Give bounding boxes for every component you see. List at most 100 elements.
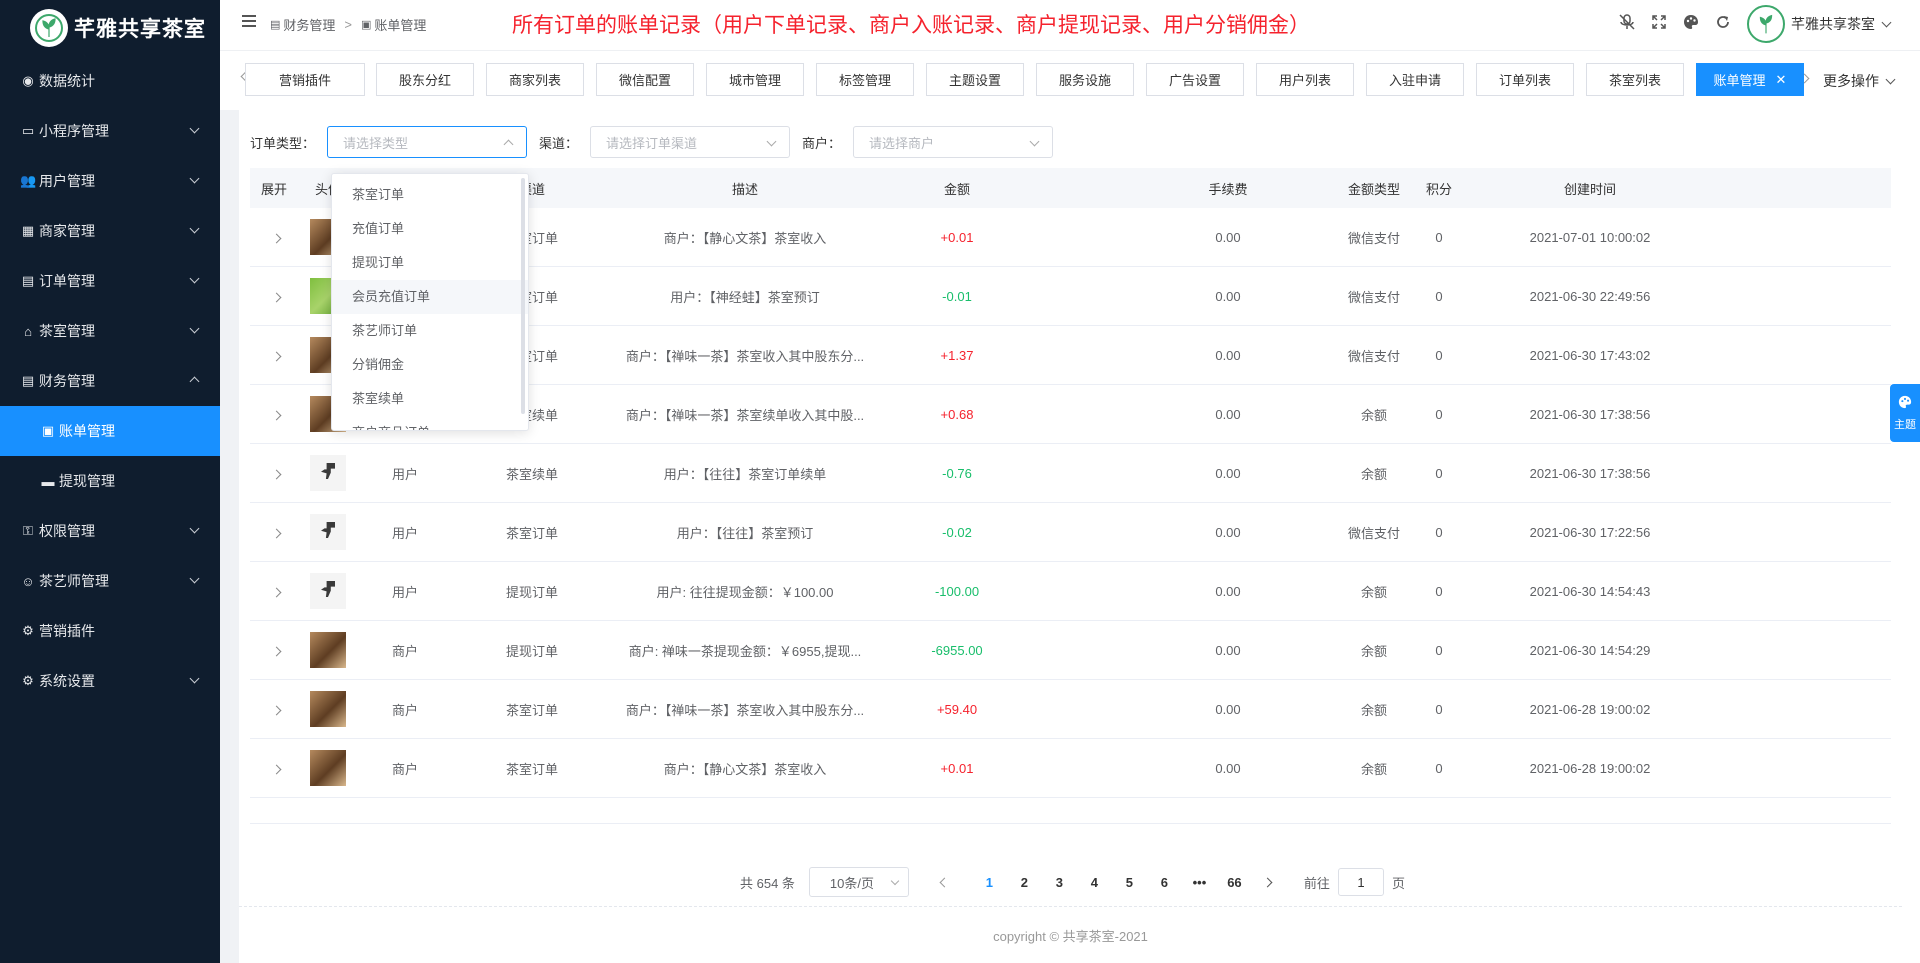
order-type-option[interactable]: 茶艺师订单 <box>332 314 528 348</box>
sidebar-item-9[interactable]: ⚿ 权限管理 <box>0 506 220 556</box>
expand-cell <box>250 702 308 717</box>
cell-amount: -6955.00 <box>931 642 983 658</box>
tab-label: 订单列表 <box>1498 73 1551 88</box>
sidebar-item-3[interactable]: ▦ 商家管理 <box>0 206 220 256</box>
chevron-right-icon[interactable] <box>271 587 282 597</box>
cell-points: 0 <box>1435 642 1443 658</box>
prev-page-icon[interactable] <box>939 877 950 887</box>
sidebar-item-4[interactable]: ▤ 订单管理 <box>0 256 220 306</box>
tab-3[interactable]: 微信配置 <box>596 63 694 96</box>
chevron-down-icon <box>189 173 200 184</box>
tab-9[interactable]: 用户列表 <box>1256 63 1354 96</box>
tab-label: 主题设置 <box>948 73 1001 88</box>
order-type-option[interactable]: 茶室订单 <box>332 178 528 212</box>
tab-12[interactable]: 茶室列表 <box>1586 63 1684 96</box>
chevron-right-icon[interactable] <box>271 646 282 656</box>
chevron-right-icon[interactable] <box>271 469 282 479</box>
tab-11[interactable]: 订单列表 <box>1476 63 1574 96</box>
avatar[interactable] <box>1747 5 1785 43</box>
sidebar-item-2[interactable]: 👥 用户管理 <box>0 156 220 206</box>
tab-10[interactable]: 入驻申请 <box>1366 63 1464 96</box>
table-row[interactable]: 商户 提现订单 商户: 禅味一茶提现金额：￥6955,提现... -6955.00 0.… <box>250 621 1891 680</box>
refresh-icon[interactable] <box>1707 14 1739 35</box>
more-pages-icon[interactable]: ••• <box>1182 875 1217 890</box>
chevron-up-icon <box>189 376 200 387</box>
cell-fee: 0.00 <box>1215 229 1241 245</box>
tab-4[interactable]: 城市管理 <box>706 63 804 96</box>
table-row[interactable]: 商户 茶室订单 商户：【静心文茶】茶室收入 +0.01 0.00 余额 0 2021-06-2… <box>250 739 1891 798</box>
table-row[interactable]: 商户 茶室订单 商户：【禅味一茶】茶室收入其中股东分... +59.40 0.00 余额 0… <box>250 680 1891 739</box>
sidebar-item-1[interactable]: ▭ 小程序管理 <box>0 106 220 156</box>
menu-toggle-icon[interactable] <box>242 15 256 27</box>
fullscreen-icon[interactable] <box>1643 14 1675 35</box>
order-type-option[interactable]: 提现订单 <box>332 246 528 280</box>
order-type-option[interactable]: 茶室续单 <box>332 382 528 416</box>
tab-2[interactable]: 商家列表 <box>486 63 584 96</box>
page-size-select[interactable]: 10条/页 <box>808 867 909 897</box>
chevron-right-icon[interactable] <box>271 410 282 420</box>
page-number[interactable]: 1 <box>972 875 1007 890</box>
chevron-right-icon[interactable] <box>271 764 282 774</box>
chevron-right-icon[interactable] <box>271 351 282 361</box>
sidebar-item-11[interactable]: ⚙ 营销插件 <box>0 606 220 656</box>
page-number[interactable]: 3 <box>1042 875 1077 890</box>
merchant-select[interactable]: 请选择商户 <box>853 126 1054 158</box>
breadcrumb-separator: > <box>344 17 353 32</box>
page-number[interactable]: 2 <box>1007 875 1042 890</box>
mic-off-icon[interactable] <box>1611 13 1643 36</box>
chevron-right-icon[interactable] <box>271 528 282 538</box>
expand-cell <box>250 230 308 245</box>
breadcrumb-item-finance[interactable]: 财务管理 <box>283 15 335 34</box>
palette-icon <box>1898 395 1912 412</box>
page-number[interactable]: 4 <box>1077 875 1112 890</box>
table-row[interactable]: 用户 茶室订单 用户：【往往】茶室预订 -0.02 0.00 微信支付 0 2021-06-3… <box>250 503 1891 562</box>
user-name[interactable]: 芊雅共享茶室 <box>1791 14 1875 34</box>
tab-13[interactable]: 账单管理 ✕ <box>1696 63 1804 96</box>
cell-time: 2021-06-30 17:43:02 <box>1529 347 1651 363</box>
tab-5[interactable]: 标签管理 <box>816 63 914 96</box>
page-numbers: 1 2 3 4 5 6 ••• 66 <box>972 875 1252 890</box>
cell-time: 2021-06-30 14:54:29 <box>1529 642 1651 658</box>
chevron-right-icon[interactable] <box>271 705 282 715</box>
page-number[interactable]: 6 <box>1147 875 1182 890</box>
tab-6[interactable]: 主题设置 <box>926 63 1024 96</box>
table-row[interactable]: 用户 提现订单 用户: 往往提现金额：￥100.00 -100.00 0.00 余额 0 20… <box>250 562 1891 621</box>
palette-icon[interactable] <box>1675 14 1707 35</box>
sidebar: 芊雅共享茶室 ◉ 数据统计 ▭ 小程序管理 👥 用户管理 ▦ 商家管理 ▤ 订单管理 ⌂ 茶室管理 ▤ 财… <box>0 0 220 963</box>
avatar <box>310 514 346 550</box>
tab-0[interactable]: 营销插件 <box>245 63 365 96</box>
goto-page-input[interactable]: 1 <box>1337 868 1384 896</box>
sidebar-item-7[interactable]: ▣ 账单管理 <box>0 406 220 456</box>
sidebar-item-5[interactable]: ⌂ 茶室管理 <box>0 306 220 356</box>
logo[interactable]: 芊雅共享茶室 <box>0 0 220 56</box>
close-icon[interactable]: ✕ <box>1776 72 1787 88</box>
chevron-right-icon[interactable] <box>271 292 282 302</box>
sidebar-item-8[interactable]: ▬ 提现管理 <box>0 456 220 506</box>
page-number[interactable]: 5 <box>1112 875 1147 890</box>
order-type-option[interactable]: 商户商品订单 <box>332 416 528 430</box>
tab-1[interactable]: 股东分红 <box>376 63 474 96</box>
sidebar-item-12[interactable]: ⚙ 系统设置 <box>0 656 220 706</box>
chevron-right-icon[interactable] <box>271 233 282 243</box>
theme-button[interactable]: 主题 <box>1890 384 1920 442</box>
dropdown-scrollbar[interactable] <box>521 178 525 414</box>
next-page-icon[interactable] <box>1262 877 1273 887</box>
sidebar-item-6[interactable]: ▤ 财务管理 <box>0 356 220 406</box>
order-type-option[interactable]: 会员充值订单 <box>332 280 528 314</box>
tab-7[interactable]: 服务设施 <box>1036 63 1134 96</box>
chevron-down-icon <box>1029 136 1040 147</box>
chevron-down-icon[interactable] <box>1881 17 1892 27</box>
channel-select[interactable]: 请选择订单渠道 <box>590 126 791 158</box>
page-number[interactable]: 66 <box>1217 875 1252 890</box>
tab-8[interactable]: 广告设置 <box>1146 63 1244 96</box>
order-type-select[interactable]: 请选择类型 <box>327 126 528 158</box>
sidebar-item-10[interactable]: ☺ 茶艺师管理 <box>0 556 220 606</box>
table-row[interactable]: 用户 茶室续单 用户：【往往】茶室订单续单 -0.76 0.00 余额 0 2021-06-3… <box>250 444 1891 503</box>
pagination: 共 654 条 10条/页 1 2 3 4 5 6 ••• 66 前往 1 页 <box>740 867 1405 897</box>
more-operations-dropdown[interactable]: 更多操作 <box>1823 71 1896 91</box>
order-type-option[interactable]: 分销佣金 <box>332 348 528 382</box>
order-type-option[interactable]: 充值订单 <box>332 212 528 246</box>
avatar-cell <box>308 514 348 550</box>
tab-label: 标签管理 <box>838 73 891 88</box>
sidebar-item-0[interactable]: ◉ 数据统计 <box>0 56 220 106</box>
